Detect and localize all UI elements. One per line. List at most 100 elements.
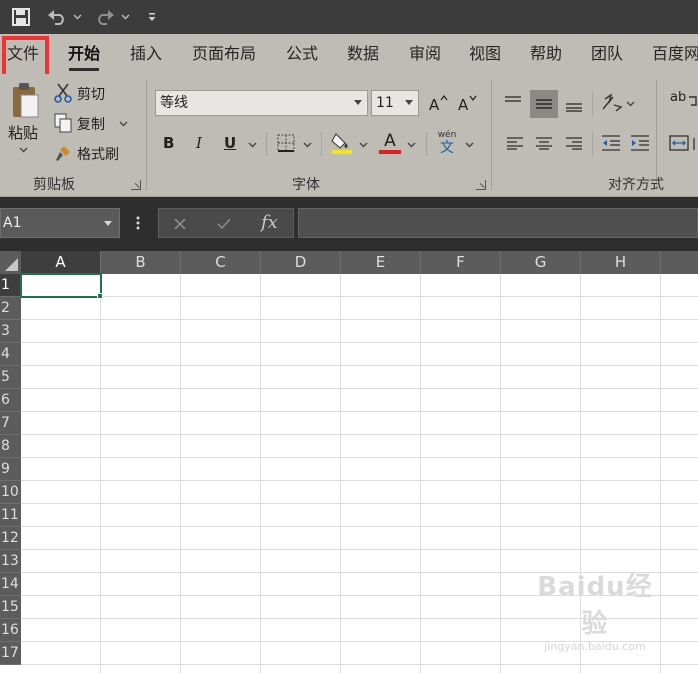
row-header-3[interactable]: 3	[0, 320, 21, 343]
tab-formulas[interactable]: 公式	[286, 34, 318, 74]
formula-input[interactable]	[298, 208, 698, 238]
column-header-d[interactable]: D	[261, 251, 341, 274]
orientation-dropdown-chevron-icon[interactable]	[626, 99, 635, 110]
decrease-font-size-icon[interactable]: A	[456, 92, 478, 114]
format-painter-label[interactable]: 格式刷	[77, 144, 119, 164]
font-size-select[interactable]: 11	[371, 90, 419, 116]
underline-button[interactable]: U	[224, 134, 236, 152]
paste-label[interactable]: 粘贴	[8, 122, 38, 143]
insert-function-button[interactable]: fx	[261, 209, 278, 237]
borders-icon[interactable]	[275, 132, 297, 154]
scissors-icon[interactable]	[52, 82, 74, 104]
phonetic-guide-icon[interactable]: wén 文	[434, 129, 460, 157]
align-top-icon[interactable]	[502, 92, 524, 114]
font-color-letter: A	[384, 131, 396, 151]
copy-dropdown-chevron-icon[interactable]	[119, 119, 128, 130]
tab-team[interactable]: 团队	[591, 34, 623, 74]
font-color-dropdown-chevron-icon[interactable]	[407, 140, 416, 151]
fill-color-dropdown-chevron-icon[interactable]	[359, 140, 368, 151]
copy-icon[interactable]	[52, 112, 74, 134]
paste-icon[interactable]	[8, 80, 42, 120]
font-name-value: 等线	[160, 95, 188, 111]
wrap-text-label[interactable]: ab	[670, 90, 686, 105]
phonetic-dropdown-chevron-icon[interactable]	[465, 140, 474, 151]
undo-icon[interactable]	[44, 0, 70, 34]
column-header-f[interactable]: F	[421, 251, 501, 274]
gridline	[420, 274, 421, 673]
row-header-16[interactable]: 16	[0, 619, 21, 642]
increase-font-size-icon[interactable]: A	[427, 92, 449, 114]
format-painter-icon[interactable]	[52, 142, 74, 164]
align-left-icon[interactable]	[504, 132, 526, 154]
more-options-icon[interactable]	[130, 213, 146, 233]
column-header-e[interactable]: E	[341, 251, 421, 274]
align-bottom-icon[interactable]	[563, 94, 585, 116]
row-header-17[interactable]: 17	[0, 642, 21, 665]
select-all-corner[interactable]	[0, 251, 21, 274]
column-header-a[interactable]: A	[21, 251, 101, 274]
orientation-icon[interactable]	[600, 91, 624, 115]
cancel-icon[interactable]	[171, 215, 189, 233]
svg-text:A: A	[458, 96, 469, 112]
row-header-9[interactable]: 9	[0, 458, 21, 481]
row-header-4[interactable]: 4	[0, 343, 21, 366]
font-separator	[426, 132, 427, 156]
row-header-12[interactable]: 12	[0, 527, 21, 550]
row-header-15[interactable]: 15	[0, 596, 21, 619]
wrap-text-icon[interactable]	[688, 94, 698, 110]
tab-review[interactable]: 审阅	[409, 34, 441, 74]
align-right-icon[interactable]	[563, 132, 585, 154]
cut-label[interactable]: 剪切	[77, 84, 105, 104]
tab-data[interactable]: 数据	[347, 34, 379, 74]
borders-dropdown-chevron-icon[interactable]	[303, 140, 312, 151]
column-header-i[interactable]: I	[661, 251, 698, 274]
decrease-indent-icon[interactable]	[600, 132, 622, 154]
font-color-icon[interactable]: A	[378, 130, 402, 156]
tab-baidu-netdisk[interactable]: 百度网	[652, 34, 698, 74]
row-header-10[interactable]: 10	[0, 481, 21, 504]
fill-handle[interactable]	[97, 293, 103, 299]
gridline	[21, 365, 698, 366]
copy-label[interactable]: 复制	[77, 114, 105, 134]
redo-dropdown-chevron-icon[interactable]	[118, 0, 132, 34]
customize-icon[interactable]	[144, 0, 160, 34]
column-header-b[interactable]: B	[101, 251, 181, 274]
row-header-2[interactable]: 2	[0, 297, 21, 320]
worksheet-grid: ABCDEFGHI 1234567891011121314151617 Baid…	[0, 251, 698, 673]
merge-center-partial-icon[interactable]	[692, 136, 698, 152]
align-center-icon[interactable]	[533, 132, 555, 154]
name-box[interactable]: A1	[0, 208, 120, 238]
bold-button[interactable]: B	[163, 134, 174, 152]
save-icon[interactable]	[8, 0, 34, 34]
increase-indent-icon[interactable]	[629, 132, 651, 154]
row-header-11[interactable]: 11	[0, 504, 21, 527]
merge-center-icon[interactable]	[668, 132, 690, 154]
tab-page-layout[interactable]: 页面布局	[192, 34, 256, 74]
redo-icon[interactable]	[92, 0, 118, 34]
tab-insert[interactable]: 插入	[130, 34, 162, 74]
row-header-5[interactable]: 5	[0, 366, 21, 389]
column-header-c[interactable]: C	[181, 251, 261, 274]
undo-dropdown-chevron-icon[interactable]	[70, 0, 84, 34]
italic-button[interactable]: I	[196, 134, 202, 152]
row-header-8[interactable]: 8	[0, 435, 21, 458]
underline-dropdown-chevron-icon[interactable]	[248, 140, 257, 151]
column-header-g[interactable]: G	[501, 251, 581, 274]
fill-color-icon[interactable]	[330, 130, 354, 156]
tab-view[interactable]: 视图	[469, 34, 501, 74]
active-cell[interactable]	[20, 273, 102, 298]
tab-home[interactable]: 开始	[68, 34, 100, 74]
font-name-select[interactable]: 等线	[155, 90, 368, 116]
paste-dropdown-chevron-icon[interactable]	[19, 145, 28, 156]
align-middle-icon[interactable]	[533, 93, 555, 115]
enter-check-icon[interactable]	[215, 215, 233, 233]
row-header-7[interactable]: 7	[0, 412, 21, 435]
row-header-14[interactable]: 14	[0, 573, 21, 596]
tab-help[interactable]: 帮助	[530, 34, 562, 74]
row-header-13[interactable]: 13	[0, 550, 21, 573]
row-header-6[interactable]: 6	[0, 389, 21, 412]
column-header-h[interactable]: H	[581, 251, 661, 274]
font-dialog-launcher-icon[interactable]	[476, 180, 486, 190]
clipboard-dialog-launcher-icon[interactable]	[131, 180, 141, 190]
row-header-1[interactable]: 1	[0, 274, 21, 297]
